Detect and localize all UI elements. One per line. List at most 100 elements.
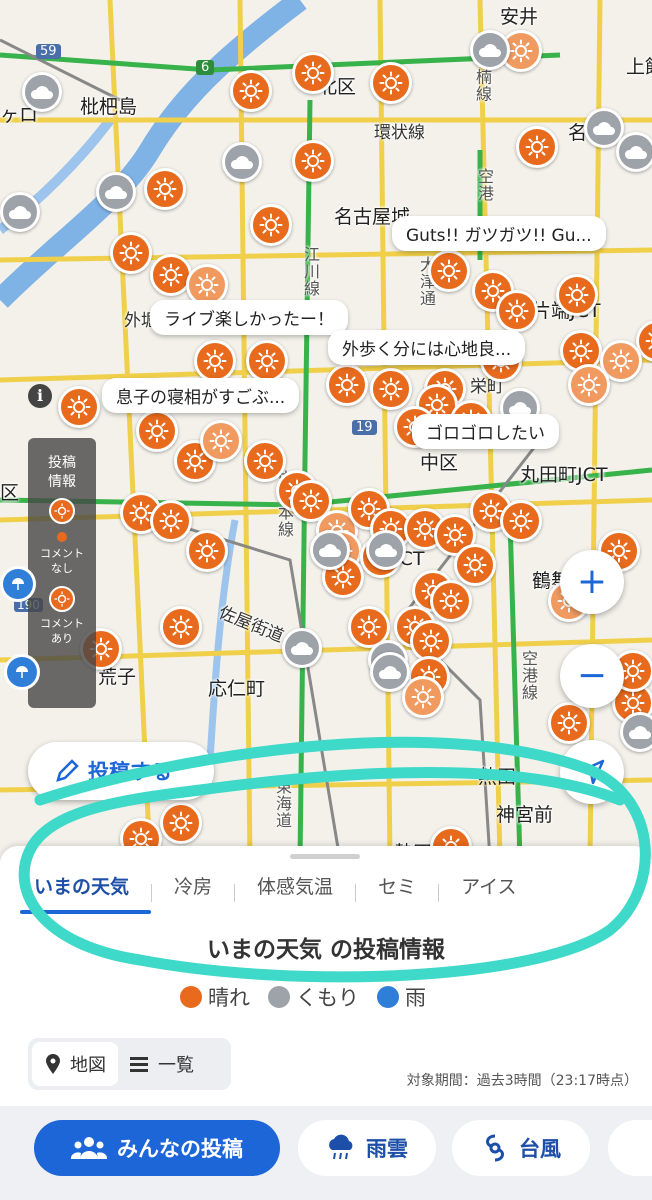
info-icon[interactable]: i xyxy=(28,384,52,408)
sunny-marker-icon[interactable] xyxy=(244,440,286,482)
nav-rain-label: 雨雲 xyxy=(366,1137,408,1161)
map-view-button[interactable]: 地図 xyxy=(32,1042,118,1086)
sunny-icon xyxy=(180,986,202,1008)
road-label: 江川線 xyxy=(301,246,320,297)
period-text: 対象期間：過去3時間（23:17時点） xyxy=(406,1073,638,1089)
road-label: 空港 xyxy=(475,168,494,202)
sunny-marker-icon[interactable] xyxy=(370,62,412,104)
tab-feels-like[interactable]: 体感気温 xyxy=(235,870,355,916)
typhoon-icon xyxy=(486,1134,504,1162)
rain-marker-icon[interactable] xyxy=(0,566,36,602)
weather-app-screen: i 枇杷島 安井 北区 環状線 名古屋城 栄町 中区 丸田町JCT 片端JCT … xyxy=(0,0,652,1200)
cloudy-marker-icon[interactable] xyxy=(96,172,136,212)
current-location-button[interactable] xyxy=(560,740,624,804)
cloudy-marker-icon[interactable] xyxy=(366,530,406,570)
sunny-marker-icon[interactable] xyxy=(194,340,236,382)
legend-rain-label: 雨 xyxy=(405,986,426,1010)
cloudy-marker-icon[interactable] xyxy=(616,132,652,172)
plus-icon: + xyxy=(576,561,608,602)
sunny-marker-icon[interactable] xyxy=(160,606,202,648)
place-label: 丸田町JCT xyxy=(520,464,608,486)
tab-cooling[interactable]: 冷房 xyxy=(152,870,234,916)
map-view[interactable]: i 枇杷島 安井 北区 環状線 名古屋城 栄町 中区 丸田町JCT 片端JCT … xyxy=(0,0,652,860)
cloudy-marker-icon[interactable] xyxy=(22,72,62,112)
sunny-marker-icon[interactable] xyxy=(548,702,590,744)
legend-no-comment-label: コメント なし xyxy=(40,547,84,575)
comment-bubble[interactable]: ゴロゴロしたい xyxy=(412,414,559,449)
sunny-marker-icon[interactable] xyxy=(144,168,186,210)
place-label: 中区 xyxy=(420,452,459,474)
cloudy-marker-icon[interactable] xyxy=(370,652,410,692)
legend-title: 投稿 情報 xyxy=(48,455,76,490)
nav-typhoon-label: 台風 xyxy=(519,1137,561,1161)
nav-everyone-posts[interactable]: みんなの投稿 xyxy=(34,1120,280,1176)
list-view-button[interactable]: 一覧 xyxy=(118,1042,206,1086)
cloudy-marker-icon[interactable] xyxy=(0,192,40,232)
sunny-marker-icon[interactable] xyxy=(402,676,444,718)
rain-marker-icon[interactable] xyxy=(4,654,40,690)
legend-cloudy-label: くもり xyxy=(296,986,359,1010)
sunny-marker-icon[interactable] xyxy=(110,232,152,274)
nav-rain-clouds[interactable]: 雨雲 xyxy=(298,1120,436,1176)
sunny-marker-icon[interactable] xyxy=(160,802,202,844)
sunny-marker-icon[interactable] xyxy=(326,364,368,406)
sunny-marker-icon[interactable] xyxy=(230,70,272,112)
cloudy-marker-icon[interactable] xyxy=(282,628,322,668)
no-comment-dot-icon xyxy=(57,532,67,542)
place-label: 熱田 xyxy=(478,766,517,788)
post-button[interactable]: 投稿する xyxy=(28,742,214,800)
nav-typhoon[interactable]: 台風 xyxy=(452,1120,590,1176)
nav-more[interactable] xyxy=(608,1120,652,1176)
zoom-in-button[interactable]: + xyxy=(560,550,624,614)
place-label: 区 xyxy=(0,482,20,504)
sunny-marker-icon[interactable] xyxy=(200,420,242,462)
sunny-marker-icon[interactable] xyxy=(58,386,100,428)
sunny-marker-icon[interactable] xyxy=(136,410,178,452)
sunny-marker-icon[interactable] xyxy=(370,368,412,410)
sheet-drag-handle[interactable] xyxy=(290,854,360,859)
post-button-label: 投稿する xyxy=(88,760,172,784)
tab-cicada[interactable]: セミ xyxy=(356,870,438,916)
comment-bubble[interactable]: Guts!! ガツガツ!! Gu... xyxy=(392,216,606,251)
sunny-marker-icon[interactable] xyxy=(292,52,334,94)
route-shield: 59 xyxy=(36,44,61,59)
minus-icon: − xyxy=(576,655,608,696)
comment-bubble[interactable]: 外歩く分には心地良... xyxy=(328,330,526,365)
sunny-marker-icon[interactable] xyxy=(246,340,288,382)
map-pin-icon xyxy=(46,1054,60,1074)
sunny-marker-icon[interactable] xyxy=(250,204,292,246)
rail-label: 東海道 xyxy=(273,778,292,829)
sunny-marker-icon[interactable] xyxy=(430,580,472,622)
tab-current-weather[interactable]: いまの天気 xyxy=(12,870,152,916)
cloudy-marker-icon[interactable] xyxy=(310,530,350,570)
sunny-marker-icon[interactable] xyxy=(516,126,558,168)
route-shield: 19 xyxy=(352,420,377,435)
cloudy-marker-icon[interactable] xyxy=(222,142,262,182)
comment-bubble[interactable]: ライブ楽しかったー！ xyxy=(150,300,348,335)
route-shield: 6 xyxy=(196,60,215,75)
sunny-marker-icon[interactable] xyxy=(150,500,192,542)
place-label: 安井 xyxy=(500,6,539,28)
category-tabs: いまの天気 冷房 体感気温 セミ アイス xyxy=(12,870,652,916)
legend-sunny-label: 晴れ xyxy=(208,986,250,1010)
map-view-label: 地図 xyxy=(70,1055,106,1076)
sunny-marker-icon[interactable] xyxy=(428,250,470,292)
sunny-marker-icon[interactable] xyxy=(292,140,334,182)
tab-ice[interactable]: アイス xyxy=(439,870,538,916)
post-icon xyxy=(56,759,79,782)
sunny-marker-icon[interactable] xyxy=(568,364,610,406)
cloudy-marker-icon[interactable] xyxy=(470,30,510,70)
sunny-marker-icon[interactable] xyxy=(454,544,496,586)
people-icon xyxy=(71,1137,107,1159)
sun-icon xyxy=(49,498,75,524)
sunny-marker-icon[interactable] xyxy=(496,290,538,332)
weather-legend: 晴れ くもり 雨 xyxy=(180,982,426,1012)
sunny-marker-icon[interactable] xyxy=(186,530,228,572)
sunny-marker-icon[interactable] xyxy=(500,500,542,542)
comment-bubble[interactable]: 息子の寝相がすごぶ... xyxy=(102,378,300,413)
cloudy-marker-icon[interactable] xyxy=(620,712,652,752)
nav-everyone-posts-label: みんなの投稿 xyxy=(117,1137,243,1161)
sunny-marker-icon[interactable] xyxy=(556,274,598,316)
zoom-out-button[interactable]: − xyxy=(560,644,624,708)
sun-icon xyxy=(49,586,75,612)
